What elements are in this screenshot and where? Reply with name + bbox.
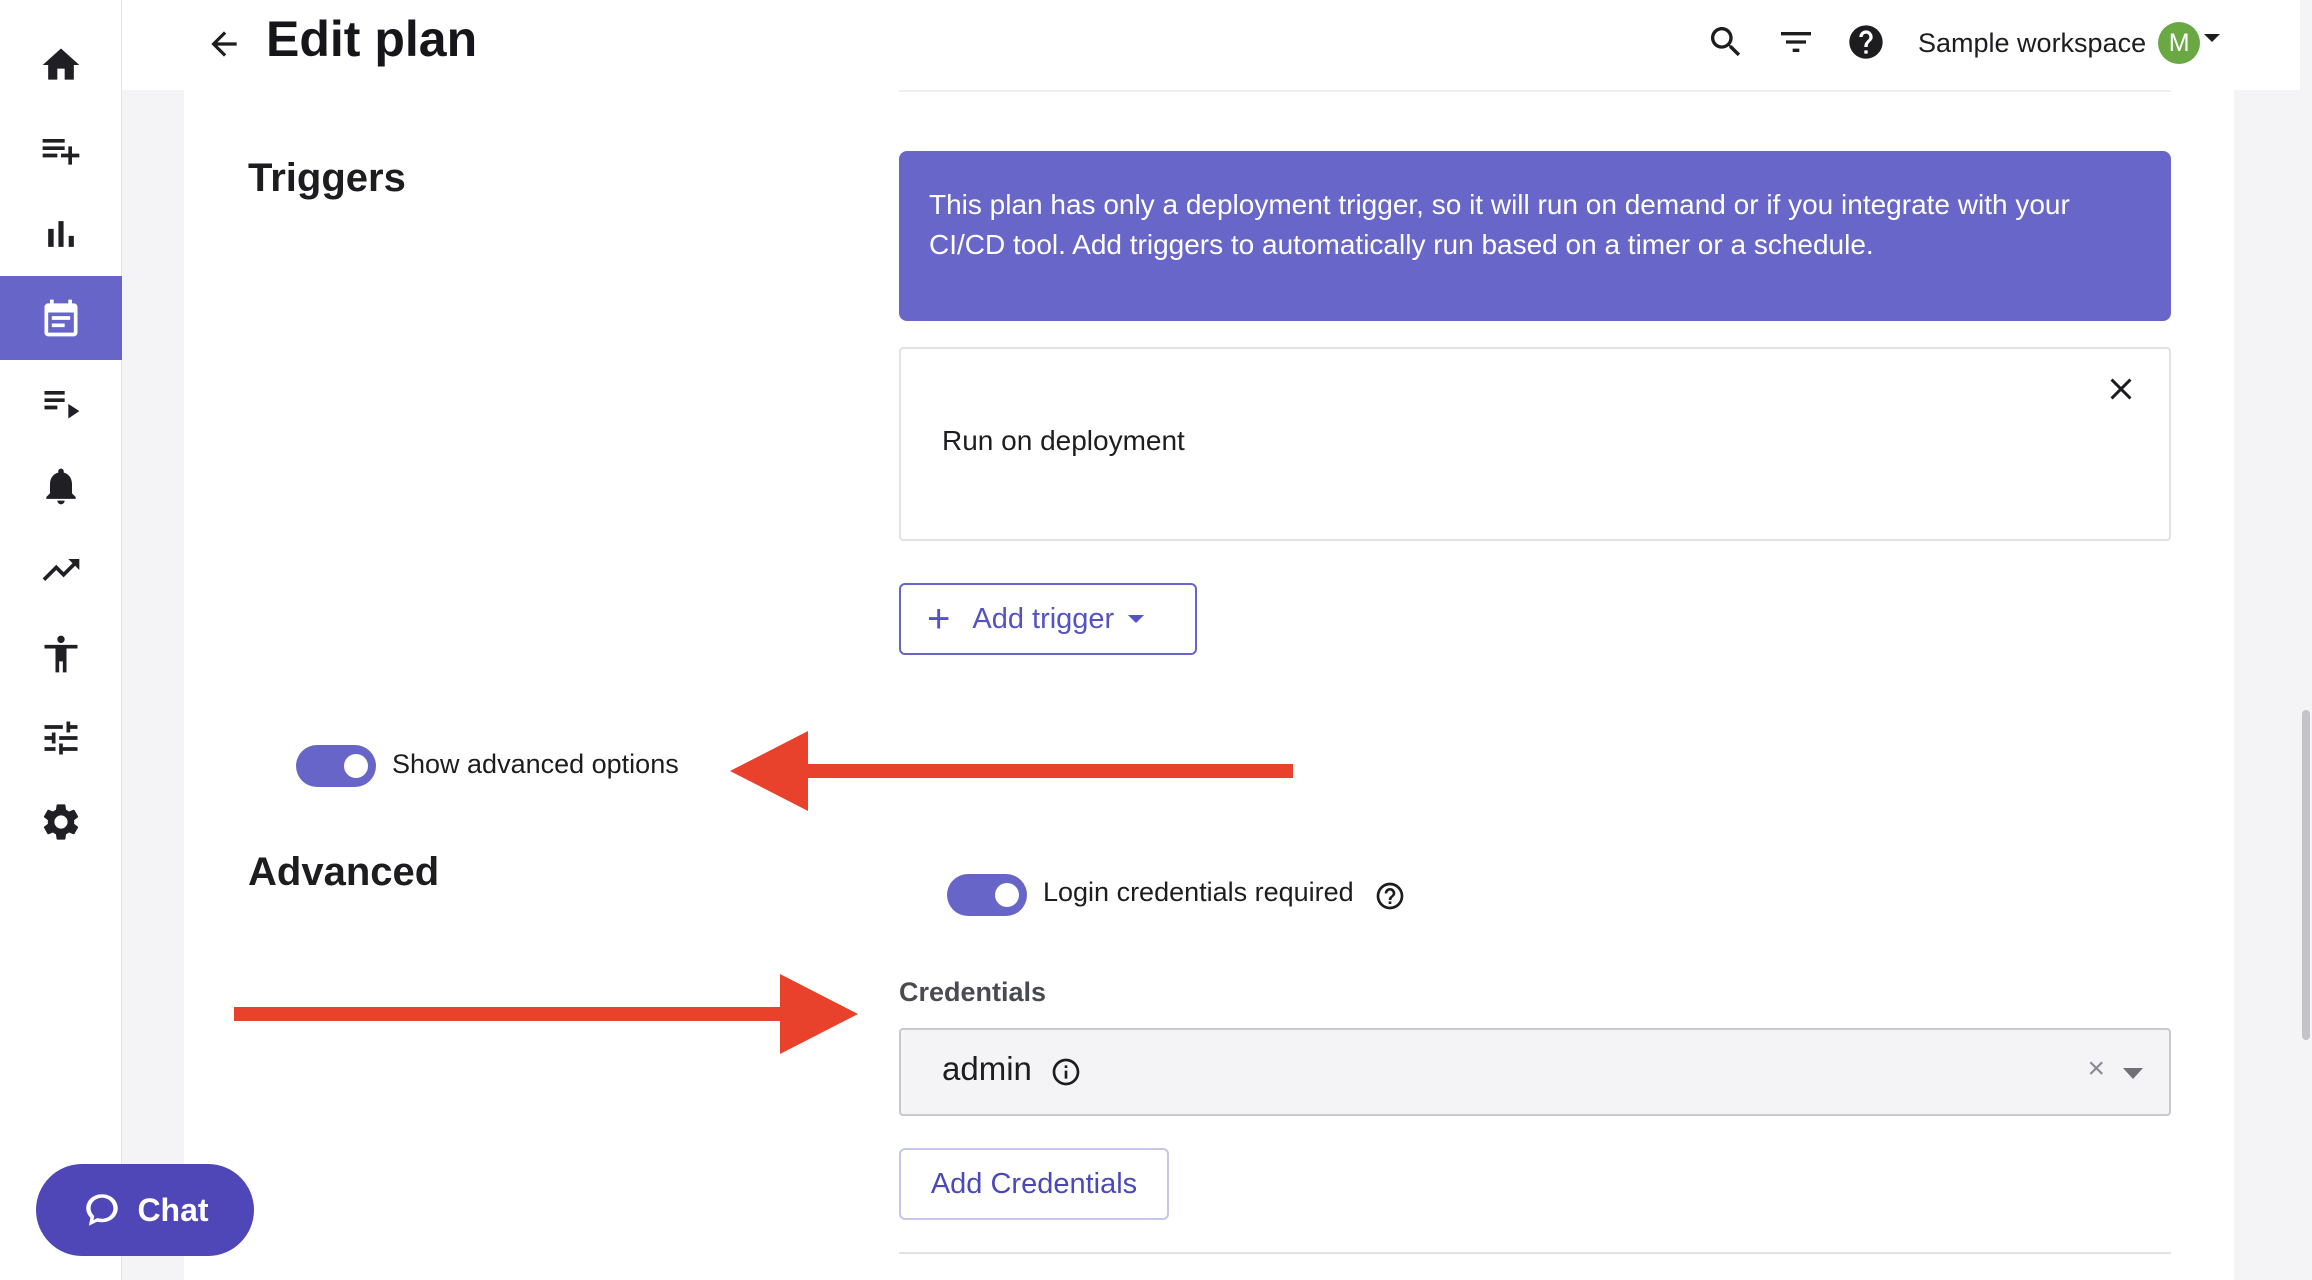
sidebar <box>0 0 122 1280</box>
trigger-card: Run on deployment <box>899 347 2171 541</box>
avatar: M <box>2158 22 2201 64</box>
remove-trigger-button[interactable] <box>2103 371 2139 407</box>
sidebar-item-tuning[interactable] <box>0 696 122 780</box>
advanced-options-label: Show advanced options <box>392 749 679 779</box>
sidebar-item-dashboard[interactable] <box>0 192 122 276</box>
page-title: Edit plan <box>266 11 478 67</box>
add-credentials-button[interactable]: Add Credentials <box>899 1148 1169 1220</box>
arrow-shape <box>234 974 858 1054</box>
arrow-back-icon <box>211 31 237 57</box>
bell-icon <box>46 468 76 505</box>
close-icon <box>2110 378 2132 400</box>
divider <box>899 1252 2171 1254</box>
sidebar-item-home[interactable] <box>0 23 122 107</box>
sidebar-item-notifications[interactable] <box>0 444 122 528</box>
home-icon <box>42 48 80 80</box>
login-credentials-label: Login credentials required <box>1043 877 1354 907</box>
filter-button[interactable] <box>1774 20 1818 64</box>
advanced-heading: Advanced <box>248 850 440 894</box>
login-credentials-toggle[interactable] <box>947 874 1027 916</box>
caret-down-icon <box>1128 615 1145 623</box>
scrollbar[interactable] <box>2300 0 2312 1280</box>
annotation-arrow-right <box>234 974 858 1054</box>
playlist-play-icon <box>44 391 80 419</box>
clear-selection-button[interactable]: × <box>2087 1052 2105 1086</box>
sidebar-item-trends[interactable] <box>0 528 122 612</box>
annotation-arrow-left <box>730 731 1293 811</box>
help-circle-icon <box>1849 25 1883 59</box>
arrow-shape <box>730 731 1293 811</box>
credentials-select[interactable]: admin × <box>899 1028 2171 1116</box>
caret-down-icon <box>2204 34 2221 42</box>
workspace-menu[interactable]: Sample workspace M <box>1918 20 2221 66</box>
dropdown-caret-icon[interactable] <box>2123 1068 2143 1079</box>
sidebar-item-settings[interactable] <box>0 780 122 864</box>
search-button[interactable] <box>1704 20 1748 64</box>
trending-up-icon <box>42 559 80 581</box>
info-banner: This plan has only a deployment trigger,… <box>899 151 2171 321</box>
tune-icon <box>44 721 78 755</box>
toggle-knob <box>995 883 1019 907</box>
calendar-icon <box>44 299 78 337</box>
back-button[interactable] <box>202 22 246 66</box>
add-trigger-button[interactable]: + Add trigger <box>899 583 1197 655</box>
plan-form: Triggers This plan has only a deployment… <box>184 90 2234 1280</box>
top-bar: Edit plan Sample workspace M <box>122 0 2312 90</box>
chat-bubble-icon <box>86 1194 119 1226</box>
divider <box>899 90 2171 92</box>
sidebar-item-accessibility[interactable] <box>0 612 122 696</box>
filter-icon <box>1781 32 1811 52</box>
workspace-name: Sample workspace <box>1918 27 2147 58</box>
info-icon <box>1050 1056 1082 1088</box>
help-outline-icon[interactable] <box>1374 880 1406 912</box>
credentials-label: Credentials <box>899 977 1047 1007</box>
search-icon <box>1711 27 1741 57</box>
toggle-knob <box>344 754 368 778</box>
plus-icon: + <box>927 597 951 641</box>
credentials-value: admin <box>942 1050 1032 1087</box>
scrollbar-thumb[interactable] <box>2302 710 2310 1040</box>
sidebar-item-create-test[interactable] <box>0 108 122 192</box>
playlist-add-icon <box>42 139 80 165</box>
trigger-label: Run on deployment <box>942 425 1185 456</box>
gear-icon <box>43 804 79 840</box>
accessibility-icon <box>44 635 78 673</box>
sidebar-item-plans[interactable] <box>0 276 122 360</box>
advanced-options-toggle[interactable] <box>296 745 376 787</box>
help-button[interactable] <box>1844 20 1888 64</box>
triggers-heading: Triggers <box>248 156 406 200</box>
sidebar-item-runs[interactable] <box>0 360 122 444</box>
add-trigger-label: Add trigger <box>972 602 1115 635</box>
chat-label: Chat <box>137 1191 209 1228</box>
chat-button[interactable]: Chat <box>36 1164 254 1256</box>
bar-chart-icon <box>48 221 74 247</box>
